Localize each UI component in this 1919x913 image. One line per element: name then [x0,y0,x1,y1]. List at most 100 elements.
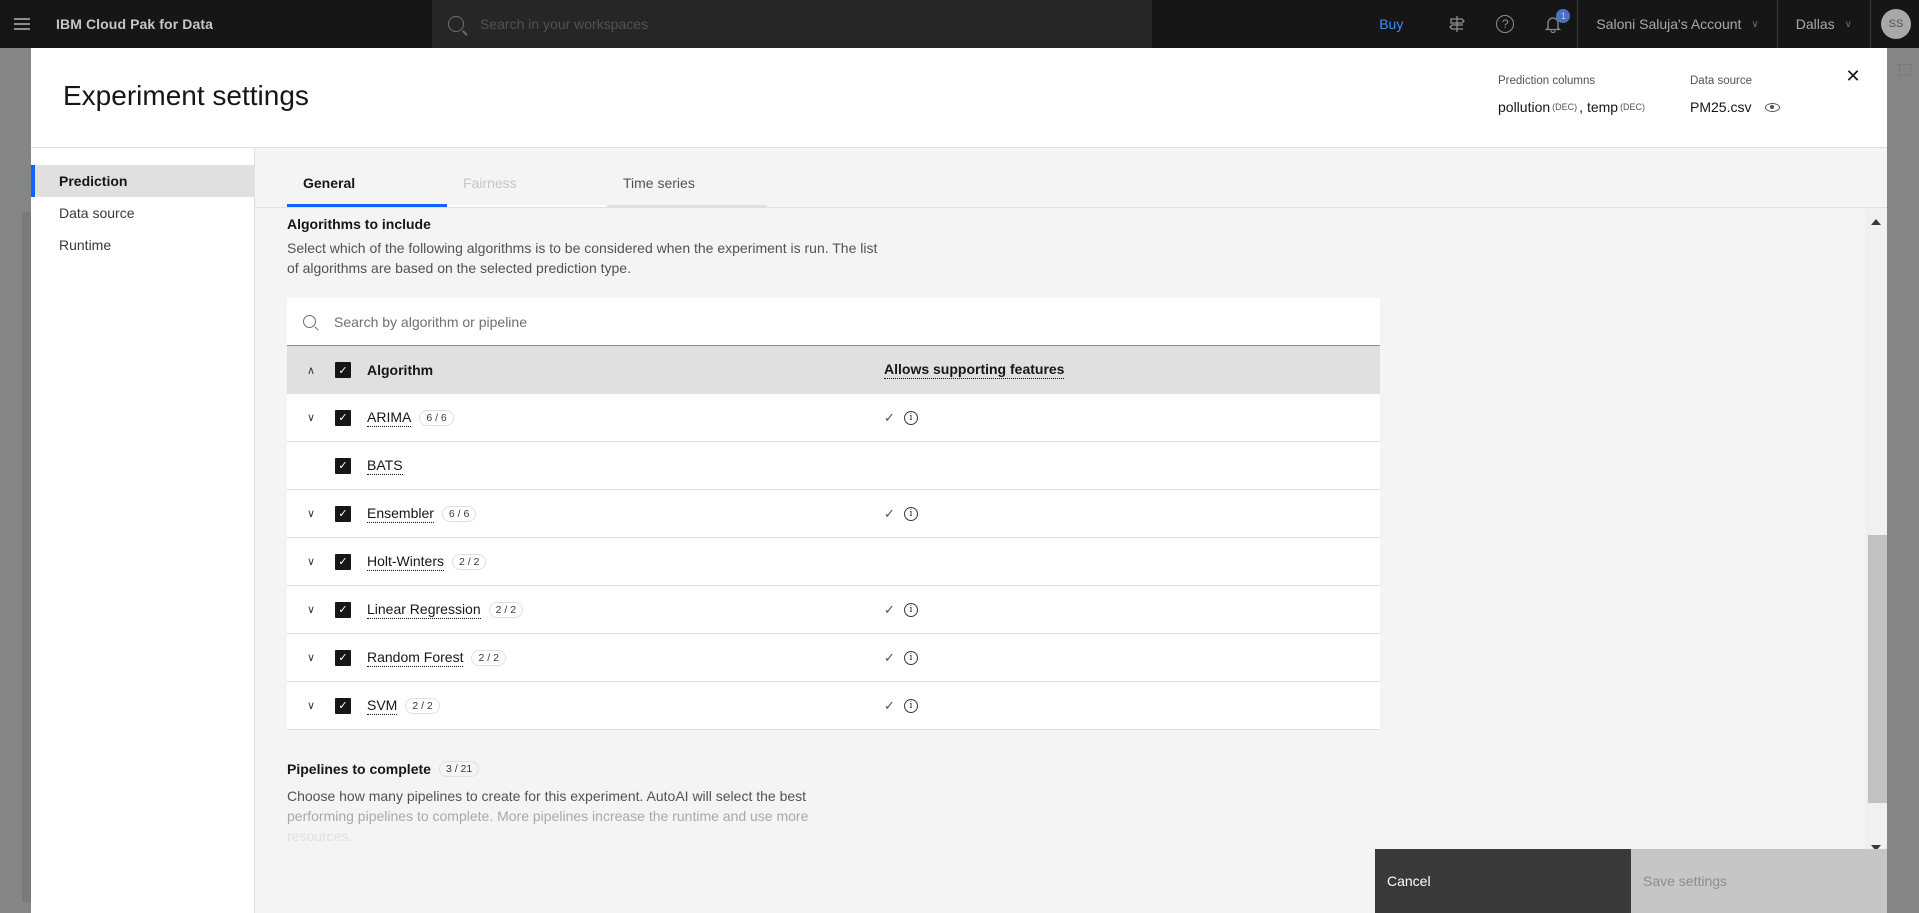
settings-content: General Fairness Time series Algorithms … [255,148,1887,913]
preview-eye-icon[interactable] [1765,102,1781,112]
expand-row-button[interactable]: ∨ [287,699,335,712]
expand-row-button[interactable]: ∨ [287,555,335,568]
row-checkbox[interactable]: ✓ [335,409,351,426]
signpost-button[interactable] [1433,0,1481,48]
row-checkbox[interactable]: ✓ [335,697,351,714]
algorithm-count-tag: 2 / 2 [488,601,524,618]
supporting-features-column-header[interactable]: Allows supporting features [884,361,1065,379]
checkmark-icon: ✓ [338,364,348,377]
tab-time-series[interactable]: Time series [607,167,767,207]
description-line: performing pipelines to complete. More p… [287,808,809,824]
algorithm-search-input[interactable] [334,313,1234,330]
check-icon: ✓ [884,505,895,521]
grid-icon [1899,64,1911,76]
table-row: ∨ ✓ Holt-Winters 2 / 2 [287,538,1380,586]
algorithm-name[interactable]: Ensembler [367,505,434,523]
background-panel [22,212,31,902]
cancel-button[interactable]: Cancel [1375,849,1631,913]
buy-link[interactable]: Buy [1379,16,1403,32]
vertical-scrollbar[interactable] [1865,209,1887,913]
algorithm-name[interactable]: Random Forest [367,649,464,667]
account-switcher[interactable]: Saloni Saluja's Account ∨ [1578,0,1776,48]
supporting-features-cell: ✓ i [884,650,918,666]
info-icon[interactable]: i [903,506,918,521]
expand-row-button[interactable]: ∨ [287,603,335,616]
data-source-value-wrap: PM25.csv [1690,99,1781,115]
modal-title: Experiment settings [63,80,309,111]
expand-row-button[interactable]: ∨ [287,507,335,520]
help-button[interactable]: ? [1481,0,1529,48]
tab-general[interactable]: General [287,167,447,207]
algorithm-cell: BATS [367,457,847,475]
scroll-up-arrow-icon[interactable] [1871,219,1881,225]
expand-row-button[interactable]: ∨ [287,411,335,424]
separator: , [1579,99,1587,115]
select-all-checkbox[interactable]: ✓ [335,362,351,378]
info-icon[interactable]: i [903,602,918,617]
close-icon: ✕ [1845,65,1861,86]
top-bar-actions: Buy ? 1 Saloni Saluja's Account ∨ Dallas… [1379,0,1919,48]
product-brand[interactable]: IBM Cloud Pak for Data [56,16,432,32]
pipelines-section: Pipelines to complete 3 / 21 Choose how … [287,761,1865,846]
info-icon[interactable]: i [903,410,918,425]
description-line: resources. [287,828,353,844]
settings-scroll-area: Algorithms to include Select which of th… [255,209,1865,913]
expand-row-button[interactable]: ∨ [287,651,335,664]
menu-icon [14,18,30,30]
side-nav-item-data-source[interactable]: Data source [31,197,254,229]
algorithm-cell: ARIMA 6 / 6 [367,409,847,427]
collapse-all-button[interactable]: ∧ [287,364,335,377]
save-settings-button[interactable]: Save settings [1631,849,1887,913]
algorithms-table: ∧ ✓ Algorithm Allows supporting features… [287,298,1380,730]
tab-fairness: Fairness [447,167,607,207]
row-checkbox[interactable]: ✓ [335,505,351,522]
side-nav-item-prediction[interactable]: Prediction [31,165,254,197]
close-button[interactable]: ✕ [1839,62,1867,90]
algorithm-cell: SVM 2 / 2 [367,697,847,715]
notifications-button[interactable]: 1 [1529,0,1577,48]
hamburger-menu-button[interactable] [0,0,44,48]
table-header-row: ∧ ✓ Algorithm Allows supporting features [287,346,1380,394]
supporting-features-cell: ✓ i [884,698,918,714]
algorithm-count-tag: 6 / 6 [419,409,454,426]
user-avatar[interactable]: SS [1881,9,1911,39]
account-label: Saloni Saluja's Account [1596,16,1742,32]
check-icon: ✓ [884,697,895,713]
scrollbar-thumb[interactable] [1868,535,1887,803]
table-row: ✓ BATS [287,442,1380,490]
checkmark-icon: ✓ [338,604,348,616]
checkmark-icon: ✓ [338,460,348,472]
algorithm-column-header: Algorithm [367,362,847,378]
top-navigation-bar: IBM Cloud Pak for Data Buy ? 1 Saloni Sa… [0,0,1919,48]
data-source-info: Data source PM25.csv [1690,75,1781,115]
region-switcher[interactable]: Dallas ∨ [1778,0,1870,48]
table-row: ∨ ✓ SVM 2 / 2 ✓ i [287,682,1380,730]
algorithms-section-title: Algorithms to include [287,216,431,232]
info-icon[interactable]: i [903,698,918,713]
experiment-settings-modal: Experiment settings Prediction columns p… [31,48,1887,913]
settings-side-nav: Prediction Data source Runtime [31,148,255,913]
side-nav-item-runtime[interactable]: Runtime [31,229,254,261]
table-row: ∨ ✓ Random Forest 2 / 2 ✓ i [287,634,1380,682]
row-checkbox[interactable]: ✓ [335,601,351,618]
algorithm-cell: Linear Regression 2 / 2 [367,601,847,619]
info-icon[interactable]: i [903,650,918,665]
chevron-down-icon: ∨ [306,556,316,568]
table-row: ∨ ✓ Linear Regression 2 / 2 ✓ i [287,586,1380,634]
algorithm-name[interactable]: ARIMA [367,409,412,427]
chevron-down-icon: ∨ [306,604,316,616]
global-search-input[interactable] [480,16,1080,32]
signpost-icon [1449,16,1466,32]
search-icon [303,315,316,328]
algorithm-name[interactable]: BATS [367,457,403,475]
algorithm-cell: Ensembler 6 / 6 [367,505,847,523]
data-source-value: PM25.csv [1690,99,1752,115]
algorithm-name[interactable]: SVM [367,697,398,715]
algorithm-name[interactable]: Linear Regression [367,601,481,619]
modal-body: Prediction Data source Runtime General F… [31,148,1887,913]
row-checkbox[interactable]: ✓ [335,553,351,570]
checkmark-icon: ✓ [338,556,348,568]
row-checkbox[interactable]: ✓ [335,457,351,474]
algorithm-name[interactable]: Holt-Winters [367,553,445,571]
row-checkbox[interactable]: ✓ [335,649,351,666]
